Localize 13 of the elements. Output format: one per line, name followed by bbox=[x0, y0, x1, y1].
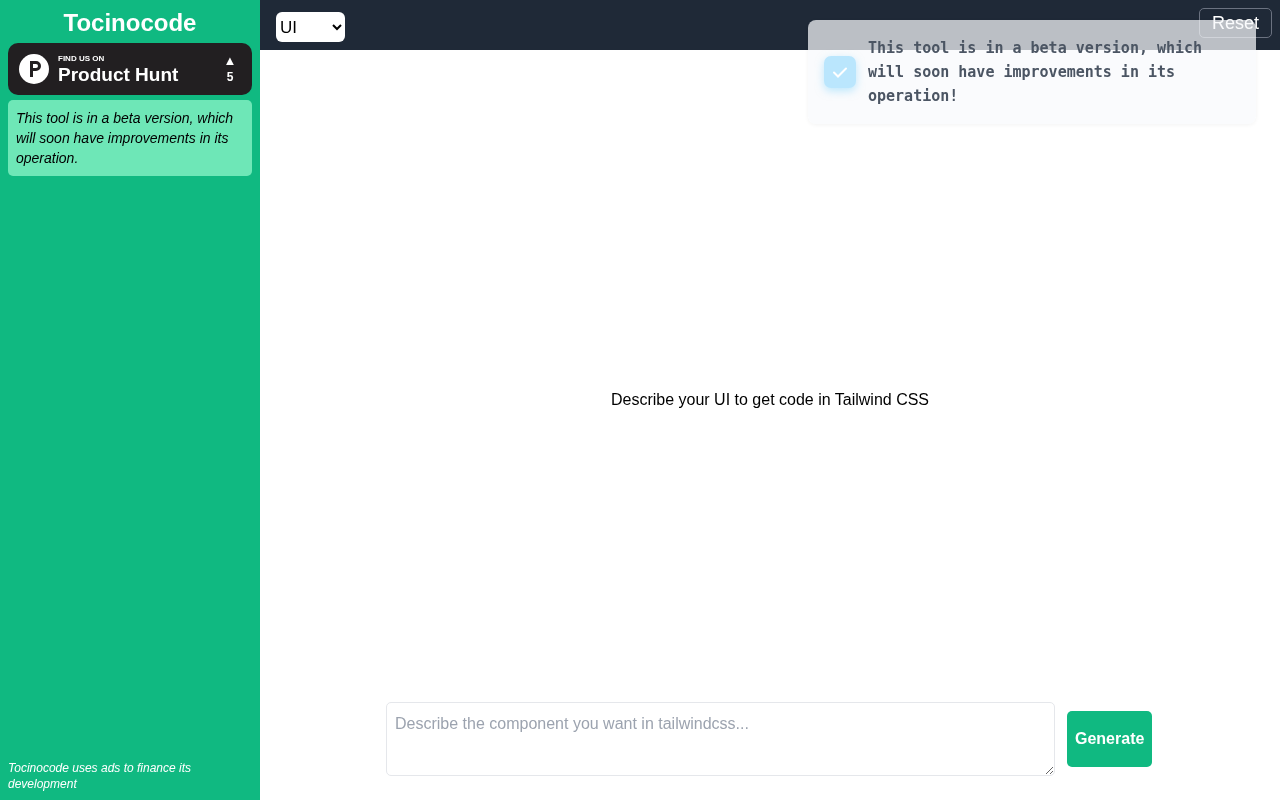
description-field[interactable]: Describe the component you want in tailwindcss... bbox=[386, 702, 1055, 776]
badge-name: Product Hunt bbox=[58, 64, 180, 84]
app-title: Tocinocode bbox=[62, 8, 198, 38]
upvote-icon: ▲ bbox=[223, 53, 237, 69]
p-logo-icon bbox=[18, 53, 50, 85]
prompt-text: Describe your UI to get code in Tailwind CSS bbox=[610, 390, 930, 409]
ads-note: Tocinocode uses ads to finance its development bbox=[8, 760, 192, 792]
badge-overline: FIND US ON bbox=[58, 54, 106, 63]
product-hunt-badge[interactable]: FIND US ON Product Hunt ▲ 5 bbox=[8, 43, 252, 95]
check-icon bbox=[824, 56, 856, 88]
vote-count: 5 bbox=[226, 70, 234, 85]
mode-select[interactable]: UI bbox=[276, 12, 345, 42]
beta-note: This tool is in a beta version, which will soon have improvements in its operation. bbox=[8, 100, 252, 176]
